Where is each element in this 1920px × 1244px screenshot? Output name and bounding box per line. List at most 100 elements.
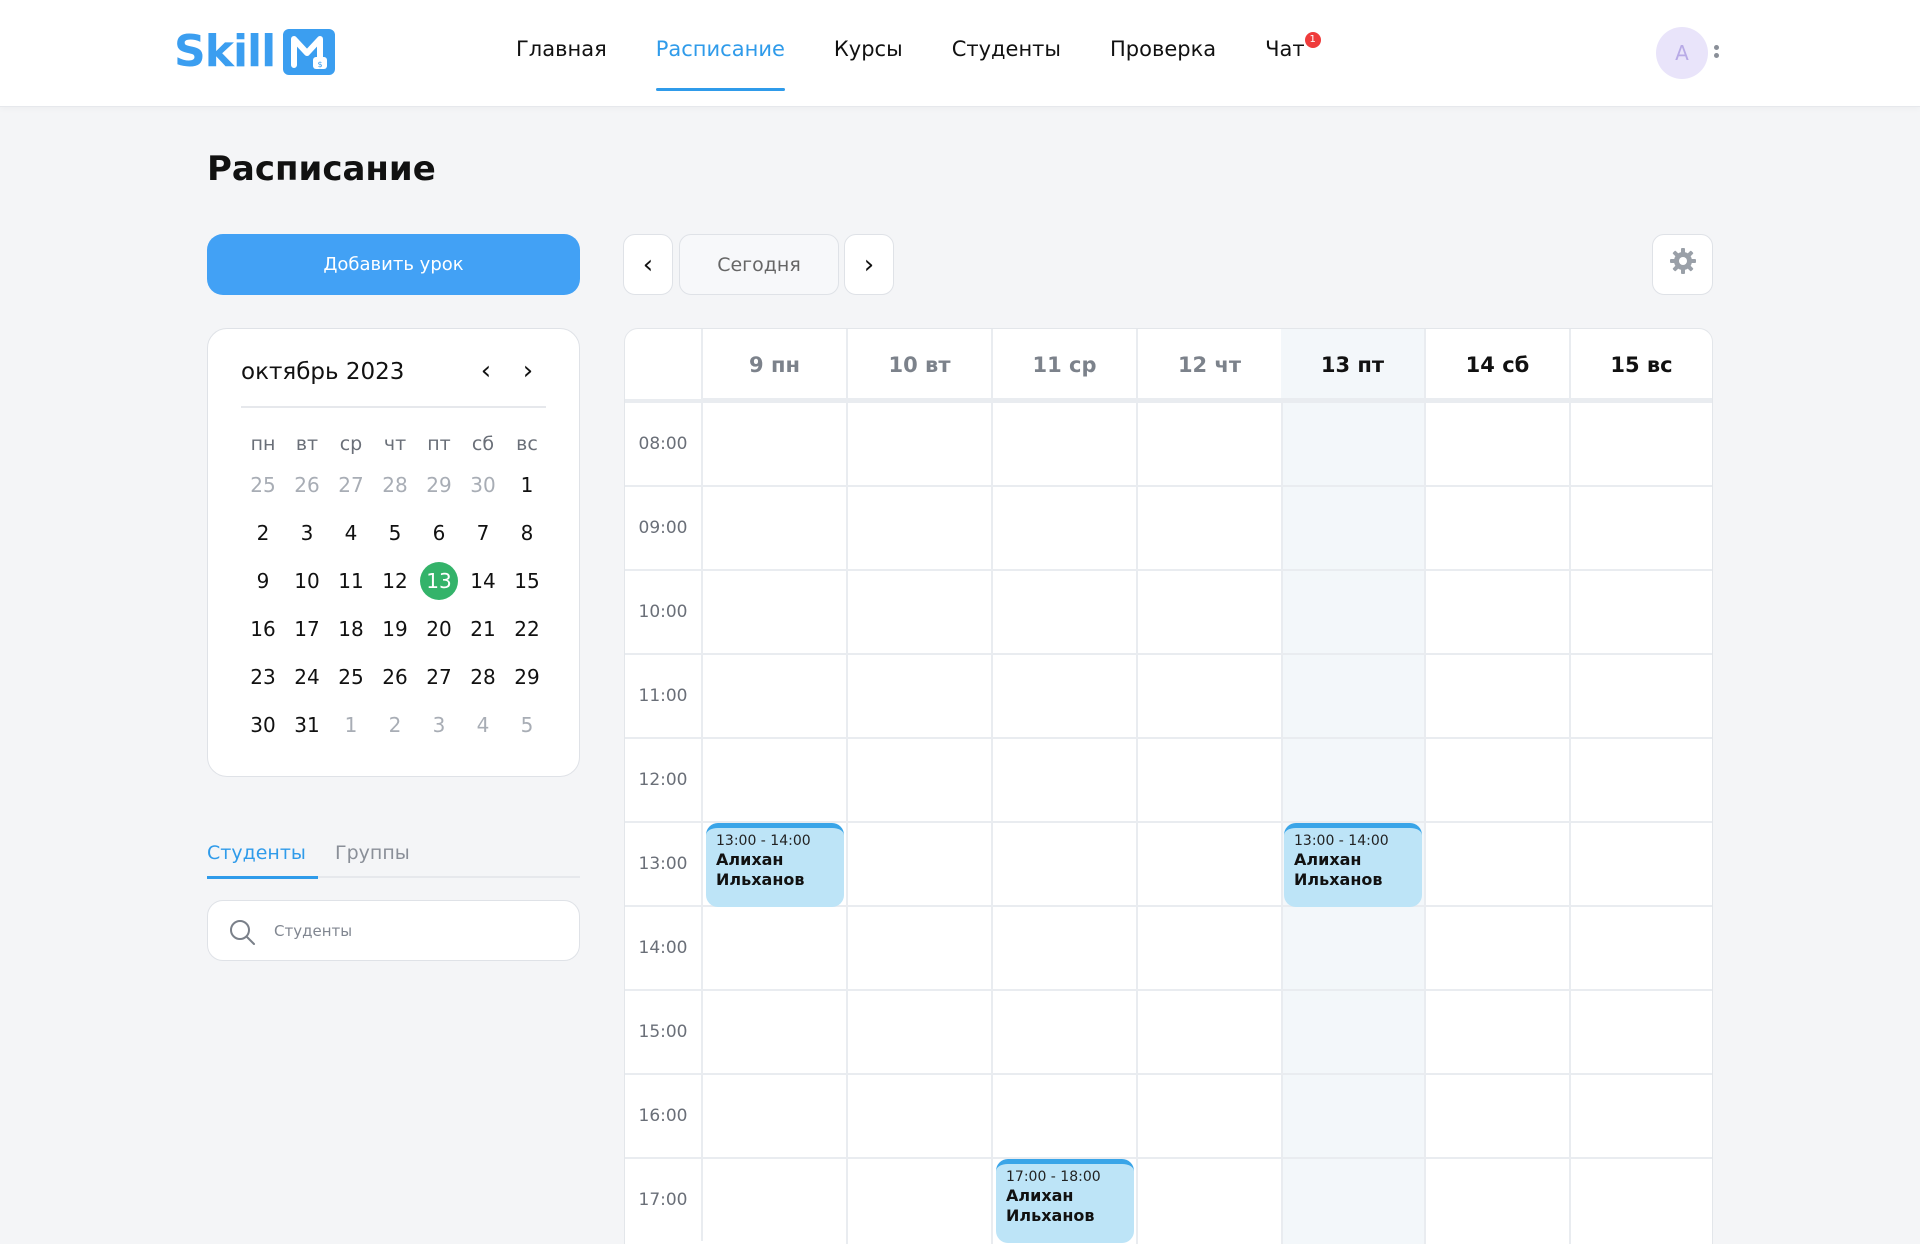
calendar-day-number: 28 xyxy=(470,665,496,689)
week-row: 16 17 18 19 20 21 22 xyxy=(241,609,549,657)
week-row: 25 26 27 28 29 30 1 xyxy=(241,465,549,513)
add-lesson-button[interactable]: Добавить урок xyxy=(207,234,580,295)
brand-logo[interactable]: Skill $ xyxy=(174,28,336,76)
column-divider xyxy=(1424,401,1426,1244)
calendar-day[interactable]: 16 xyxy=(241,609,285,657)
calendar-day-today[interactable]: 13 xyxy=(417,561,461,609)
calendar-day-number: 8 xyxy=(520,521,534,545)
calendar-day[interactable]: 20 xyxy=(417,609,461,657)
gear-icon xyxy=(1668,246,1698,283)
day-header[interactable]: 15 вс xyxy=(1571,329,1712,401)
calendar-day[interactable]: 1 xyxy=(329,705,373,753)
tab-students[interactable]: Студенты xyxy=(207,838,318,879)
calendar-day-number: 26 xyxy=(382,665,408,689)
calendar-day[interactable]: 23 xyxy=(241,657,285,705)
weekday-label: вс xyxy=(516,433,538,455)
day-header[interactable]: 14 сб xyxy=(1426,329,1571,401)
prev-week-button[interactable]: ‹ xyxy=(623,234,673,295)
day-header[interactable]: 10 вт xyxy=(848,329,993,401)
calendar-day-number: 28 xyxy=(382,473,408,497)
calendar-day-number: 13 xyxy=(420,562,458,600)
calendar-day-number: 24 xyxy=(294,665,320,689)
nav-item-students[interactable]: Студенты xyxy=(952,34,1061,64)
calendar-day[interactable]: 22 xyxy=(505,609,549,657)
calendar-day[interactable]: 14 xyxy=(461,561,505,609)
nav-item-schedule[interactable]: Расписание xyxy=(655,34,786,91)
calendar-day[interactable]: 10 xyxy=(285,561,329,609)
nav-item-courses[interactable]: Курсы xyxy=(834,34,903,64)
calendar-day[interactable]: 5 xyxy=(373,513,417,561)
hour-row: 14:00 xyxy=(625,905,1712,989)
calendar-day[interactable]: 21 xyxy=(461,609,505,657)
calendar-day[interactable]: 2 xyxy=(373,705,417,753)
weekday-row: пн вт ср чт пт сб вс xyxy=(241,429,549,465)
calendar-day[interactable]: 28 xyxy=(373,465,417,513)
avatar[interactable]: A xyxy=(1656,27,1708,79)
hour-label: 17:00 xyxy=(625,1159,703,1241)
calendar-day[interactable]: 15 xyxy=(505,561,549,609)
calendar-day[interactable]: 9 xyxy=(241,561,285,609)
calendar-day[interactable]: 18 xyxy=(329,609,373,657)
weekday-label: ср xyxy=(339,433,363,455)
chevron-right-icon[interactable]: › xyxy=(516,357,540,387)
calendar-day[interactable]: 11 xyxy=(329,561,373,609)
calendar-day[interactable]: 30 xyxy=(241,705,285,753)
more-menu-icon[interactable] xyxy=(1713,45,1721,63)
calendar-day[interactable]: 4 xyxy=(329,513,373,561)
calendar-day-number: 4 xyxy=(476,713,490,737)
settings-button[interactable] xyxy=(1652,234,1713,295)
calendar-day[interactable]: 27 xyxy=(329,465,373,513)
hour-row: 10:00 xyxy=(625,569,1712,653)
column-divider xyxy=(846,401,848,1244)
day-header[interactable]: 11 ср xyxy=(993,329,1138,401)
calendar-day[interactable]: 29 xyxy=(505,657,549,705)
calendar-day[interactable]: 26 xyxy=(373,657,417,705)
calendar-day[interactable]: 6 xyxy=(417,513,461,561)
calendar-day[interactable]: 5 xyxy=(505,705,549,753)
calendar-day[interactable]: 12 xyxy=(373,561,417,609)
calendar-day[interactable]: 28 xyxy=(461,657,505,705)
calendar-day-number: 30 xyxy=(470,473,496,497)
calendar-day[interactable]: 7 xyxy=(461,513,505,561)
calendar-day-number: 6 xyxy=(432,521,446,545)
calendar-day[interactable]: 25 xyxy=(329,657,373,705)
today-button[interactable]: Сегодня xyxy=(679,234,839,295)
lesson-event[interactable]: 13:00 - 14:00 Алихан Ильханов xyxy=(706,823,844,907)
calendar-day[interactable]: 31 xyxy=(285,705,329,753)
nav-item-home[interactable]: Главная xyxy=(516,34,607,64)
hour-label: 13:00 xyxy=(625,823,703,905)
brand-mark-icon: $ xyxy=(283,29,336,75)
chevron-left-icon[interactable]: ‹ xyxy=(474,357,498,387)
calendar-day[interactable]: 19 xyxy=(373,609,417,657)
hour-label: 16:00 xyxy=(625,1075,703,1157)
calendar-day[interactable]: 8 xyxy=(505,513,549,561)
calendar-day[interactable]: 3 xyxy=(417,705,461,753)
calendar-day[interactable]: 1 xyxy=(505,465,549,513)
lesson-event[interactable]: 13:00 - 14:00 Алихан Ильханов xyxy=(1284,823,1422,907)
calendar-day[interactable]: 24 xyxy=(285,657,329,705)
calendar-day[interactable]: 3 xyxy=(285,513,329,561)
lesson-event[interactable]: 17:00 - 18:00 Алихан Ильханов xyxy=(996,1159,1134,1243)
hour-row: 16:00 xyxy=(625,1073,1712,1157)
calendar-day[interactable]: 17 xyxy=(285,609,329,657)
next-week-button[interactable]: › xyxy=(844,234,894,295)
search-input[interactable] xyxy=(274,915,554,947)
calendar-day[interactable]: 4 xyxy=(461,705,505,753)
calendar-day[interactable]: 30 xyxy=(461,465,505,513)
weekday-label: пт xyxy=(427,433,451,455)
people-tabs: Студенты Группы xyxy=(207,838,580,879)
calendar-day[interactable]: 26 xyxy=(285,465,329,513)
day-header[interactable]: 12 чт xyxy=(1138,329,1283,401)
day-header[interactable]: 13 пт xyxy=(1281,329,1426,401)
tab-groups[interactable]: Группы xyxy=(335,838,410,868)
calendar-day-number: 31 xyxy=(294,713,320,737)
nav-item-chat[interactable]: Чат 1 xyxy=(1265,32,1321,64)
week-row: 2 3 4 5 6 7 8 xyxy=(241,513,549,561)
calendar-day[interactable]: 29 xyxy=(417,465,461,513)
nav-item-review[interactable]: Проверка xyxy=(1110,34,1216,64)
calendar-day[interactable]: 25 xyxy=(241,465,285,513)
calendar-day-number: 19 xyxy=(382,617,408,641)
day-header[interactable]: 9 пн xyxy=(703,329,848,401)
calendar-day[interactable]: 2 xyxy=(241,513,285,561)
calendar-day[interactable]: 27 xyxy=(417,657,461,705)
